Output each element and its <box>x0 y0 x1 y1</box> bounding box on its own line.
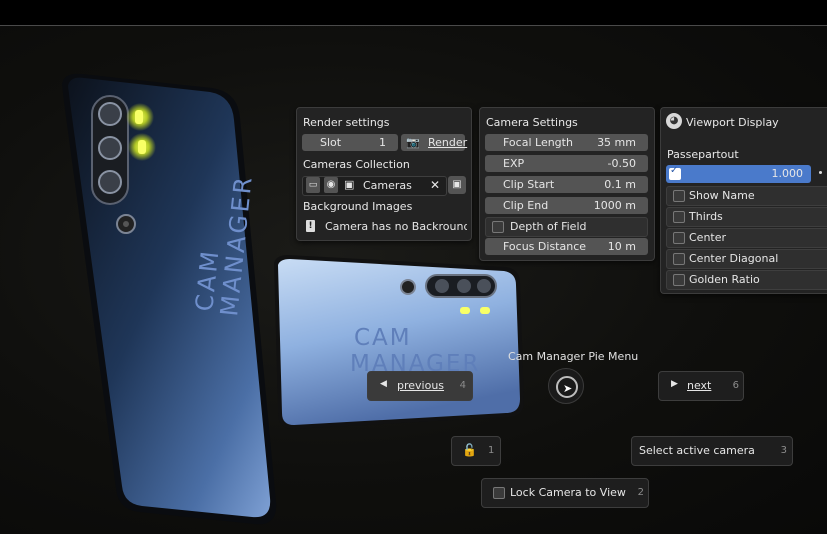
next-label: next <box>687 379 712 392</box>
slot-field[interactable]: Slot 1 <box>302 134 398 151</box>
focus-distance-label: Focus Distance <box>503 240 587 253</box>
render-settings-title: Render settings <box>303 116 390 129</box>
center-label: Center <box>689 231 727 244</box>
golden-ratio-label: Golden Ratio <box>689 273 760 286</box>
clip-end-value: 1000 m <box>593 199 636 212</box>
phone2-brand-text-1: CAM <box>354 325 412 351</box>
new-collection-button[interactable]: ▣ <box>448 176 466 194</box>
cursor-icon: ➤ <box>563 382 573 395</box>
viewport-display-panel: ◕ Viewport Display Passepartout ✓ 1.000 … <box>660 107 827 294</box>
select-active-camera-button[interactable]: Select active camera 3 <box>631 436 793 466</box>
next-key: 6 <box>732 380 739 391</box>
previous-label: previous <box>397 379 445 392</box>
pie-menu-title: Cam Manager Pie Menu <box>508 350 639 363</box>
slot-label: Slot <box>320 136 342 149</box>
camera-settings-panel: Camera Settings Focal Length 35 mm EXP -… <box>479 107 655 261</box>
passepartout-dot <box>819 171 822 174</box>
thirds-label: Thirds <box>689 210 723 223</box>
collection-selector[interactable]: ▭ ◉ ▣ Cameras ✕ <box>302 176 447 196</box>
lock-camera-key: 2 <box>637 487 644 498</box>
lock-key: 1 <box>488 445 495 456</box>
background-message: Camera has no Backround I... <box>325 220 467 233</box>
check-icon: ✓ <box>670 165 679 176</box>
right-arrow-icon: ▶ <box>671 379 678 389</box>
background-images-heading: Background Images <box>303 200 413 213</box>
render-button[interactable]: 📷 Render <box>401 134 468 151</box>
eye-icon[interactable]: ◉ <box>324 177 338 193</box>
next-button[interactable]: ▶ next 6 <box>658 371 744 401</box>
focal-length-label: Focal Length <box>503 136 573 149</box>
golden-ratio-option[interactable]: Golden Ratio <box>666 270 827 290</box>
slot-value: 1 <box>379 136 386 149</box>
exp-field[interactable]: EXP -0.50 <box>485 155 648 172</box>
display-icon: ▭ <box>306 177 320 193</box>
show-name-label: Show Name <box>689 189 755 202</box>
render-settings-panel: Render settings Slot 1 📷 Render Cameras … <box>296 107 472 241</box>
exp-value: -0.50 <box>607 157 636 170</box>
previous-key: 4 <box>459 380 466 391</box>
clip-end-label: Clip End <box>503 199 549 212</box>
render-icon: 📷 <box>406 136 420 149</box>
center-diagonal-checkbox[interactable] <box>673 253 685 265</box>
focus-distance-field[interactable]: Focus Distance 10 m <box>485 238 648 255</box>
depth-of-field-label: Depth of Field <box>510 220 587 233</box>
show-name-checkbox[interactable] <box>673 190 685 202</box>
cameras-collection-heading: Cameras Collection <box>303 158 410 171</box>
golden-ratio-checkbox[interactable] <box>673 274 685 286</box>
depth-of-field-toggle[interactable]: Depth of Field <box>485 217 648 237</box>
viewport-display-icon: ◕ <box>666 113 682 129</box>
exp-label: EXP <box>503 157 525 170</box>
focal-length-value: 35 mm <box>597 136 636 149</box>
thirds-checkbox[interactable] <box>673 211 685 223</box>
thirds-option[interactable]: Thirds <box>666 207 827 227</box>
collection-name: Cameras <box>363 179 412 192</box>
info-icon: ! <box>306 220 315 232</box>
passepartout-value: 1.000 <box>771 167 804 180</box>
previous-button[interactable]: ◀ previous 4 <box>367 371 473 401</box>
left-arrow-icon: ◀ <box>380 379 387 389</box>
lock-button[interactable]: 🔓 1 <box>451 436 501 466</box>
collection-icon: ▣ <box>344 178 355 191</box>
clip-end-field[interactable]: Clip End 1000 m <box>485 197 648 214</box>
select-active-label: Select active camera <box>639 444 755 457</box>
top-bar <box>0 0 827 26</box>
show-name-option[interactable]: Show Name <box>666 186 827 206</box>
focal-length-field[interactable]: Focal Length 35 mm <box>485 134 648 151</box>
lock-camera-label: Lock Camera to View <box>510 486 626 499</box>
center-option[interactable]: Center <box>666 228 827 248</box>
lock-icon: 🔓 <box>462 443 477 457</box>
select-active-key: 3 <box>780 445 787 456</box>
lock-camera-checkbox[interactable] <box>493 487 505 499</box>
focus-distance-value: 10 m <box>607 240 636 253</box>
viewport-display-title: Viewport Display <box>686 116 779 129</box>
clip-start-value: 0.1 m <box>604 178 636 191</box>
render-label: Render <box>428 136 468 149</box>
center-diagonal-label: Center Diagonal <box>689 252 779 265</box>
clip-start-field[interactable]: Clip Start 0.1 m <box>485 176 648 193</box>
clear-collection-icon[interactable]: ✕ <box>430 178 440 192</box>
passepartout-label: Passepartout <box>667 148 739 161</box>
center-diagonal-option[interactable]: Center Diagonal <box>666 249 827 269</box>
center-checkbox[interactable] <box>673 232 685 244</box>
clip-start-label: Clip Start <box>503 178 555 191</box>
phone-model-landscape: CAM MANAGER <box>274 255 524 429</box>
depth-of-field-checkbox[interactable] <box>492 221 504 233</box>
camera-settings-title: Camera Settings <box>486 116 578 129</box>
lock-camera-to-view-button[interactable]: Lock Camera to View 2 <box>481 478 649 508</box>
passepartout-slider[interactable]: ✓ 1.000 <box>666 165 811 183</box>
